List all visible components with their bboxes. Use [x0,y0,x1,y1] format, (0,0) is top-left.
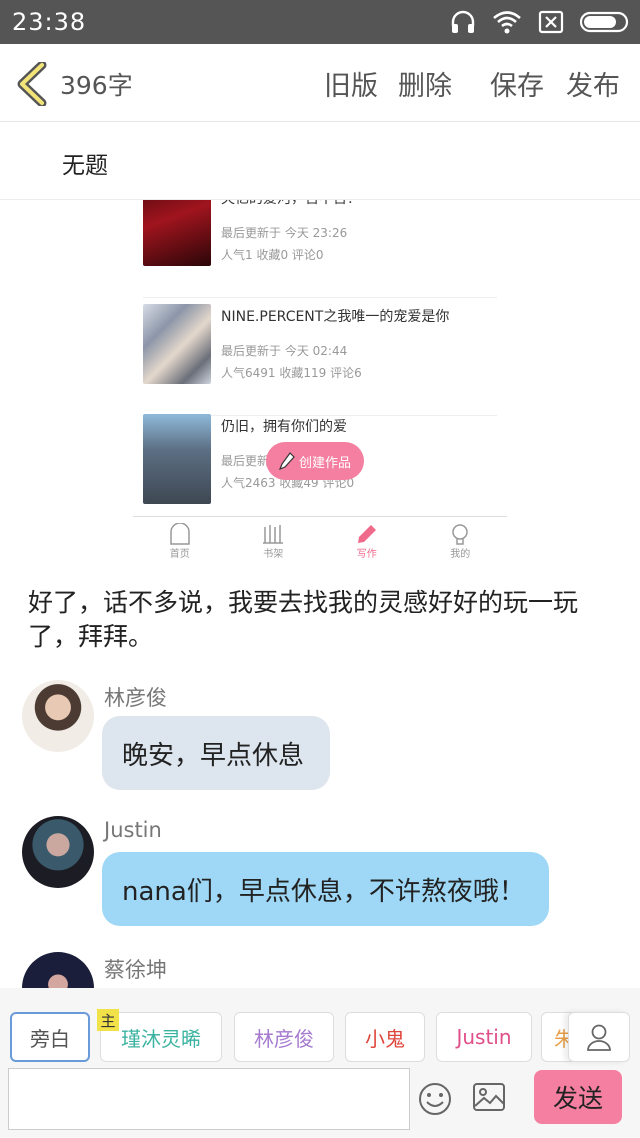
main-role-badge: 主 [97,1009,119,1031]
wifi-icon [493,11,521,34]
tab-bookshelf: 书架 [227,517,321,568]
story-title: 无题 [62,153,108,179]
book-cover [143,414,211,504]
book-title: NINE.PERCENT之我唯一的宠爱是你 [221,309,450,325]
send-button[interactable]: 发送 [534,1070,622,1124]
bookshelf-icon [263,525,284,544]
headphones-icon [451,10,475,33]
book-stats: 人气1 收藏0 评论0 [221,248,324,262]
tab-home: 首页 [133,517,227,568]
person-icon [587,1024,611,1051]
chat-bubble[interactable]: nana们，早点休息，不许熬夜哦！ [102,852,549,926]
narration-text[interactable]: 好了，话不多说，我要去找我的灵感好好的玩一玩了，拜拜。 [28,586,618,654]
status-time: 23:38 [12,8,87,36]
emoji-icon[interactable] [418,1082,452,1116]
speaker-name: 蔡徐坤 [104,958,167,982]
list-item: 失忆的爱河，苦不苦？ 最后更新于 今天 23:26 人气1 收藏0 评论0 [143,200,497,298]
image-icon[interactable] [472,1082,506,1112]
avatar[interactable] [22,680,94,752]
speaker-name: 林彦俊 [104,686,167,710]
manage-roles-button[interactable] [568,1012,630,1062]
input-bar: 发送 [0,1066,640,1138]
tab-profile: 我的 [414,517,508,568]
book-cover [143,200,211,266]
pencil-icon [278,452,295,470]
home-icon [170,523,190,545]
avatar[interactable] [22,816,94,888]
tab-write: 写作 [320,517,414,568]
book-stats: 人气6491 收藏119 评论6 [221,366,362,380]
back-chevron-icon[interactable] [14,62,50,106]
book-cover [143,304,211,384]
book-updated: 最后更新于 今天 23:26 [221,226,348,240]
status-bar: 23:38 [0,0,640,44]
role-chip-justin[interactable]: Justin [436,1012,532,1062]
battery-icon [580,11,629,33]
chat-bubble[interactable]: 晚安，早点休息 [102,716,330,790]
message-input[interactable] [8,1068,410,1130]
speaker-name: Justin [104,818,162,842]
role-chip-lin[interactable]: 林彦俊 [234,1012,334,1062]
book-title: 失忆的爱河，苦不苦？ [221,200,361,208]
role-chip-xiaogui[interactable]: 小鬼 [345,1012,425,1062]
delete-button[interactable]: 删除 [398,64,452,103]
book-updated: 最后更新于 今天 02:44 [221,344,348,358]
create-work-label: 创建作品 [298,455,351,471]
role-chip-main[interactable]: 主 瑾沐灵晞 [97,1009,222,1062]
role-chip-narrator[interactable]: 旁白 [10,1012,90,1062]
list-item: NINE.PERCENT之我唯一的宠爱是你 最后更新于 今天 02:44 人气6… [143,304,497,416]
book-title: 仍旧，拥有你们的爱 [221,419,347,435]
embedded-tabbar: 首页 书架 写作 我的 [133,516,507,568]
old-version-button[interactable]: 旧版 [324,64,378,103]
profile-icon [452,524,468,545]
no-sim-icon [538,10,564,34]
word-count: 396字 [60,71,133,100]
write-pencil-icon [357,525,376,543]
editor-toolbar: 396字 旧版 删除 保存 发布 [0,44,640,122]
title-row[interactable]: 无题 [0,122,640,200]
save-button[interactable]: 保存 [490,64,544,103]
create-work-button: 创建作品 [266,442,364,480]
role-selector: 旁白 主 瑾沐灵晞 林彦俊 小鬼 Justin 朱 [0,988,640,1068]
embedded-screenshot: 失忆的爱河，苦不苦？ 最后更新于 今天 23:26 人气1 收藏0 评论0 NI… [133,200,507,568]
publish-button[interactable]: 发布 [566,64,620,103]
book-updated: 最后更新 [221,454,270,468]
